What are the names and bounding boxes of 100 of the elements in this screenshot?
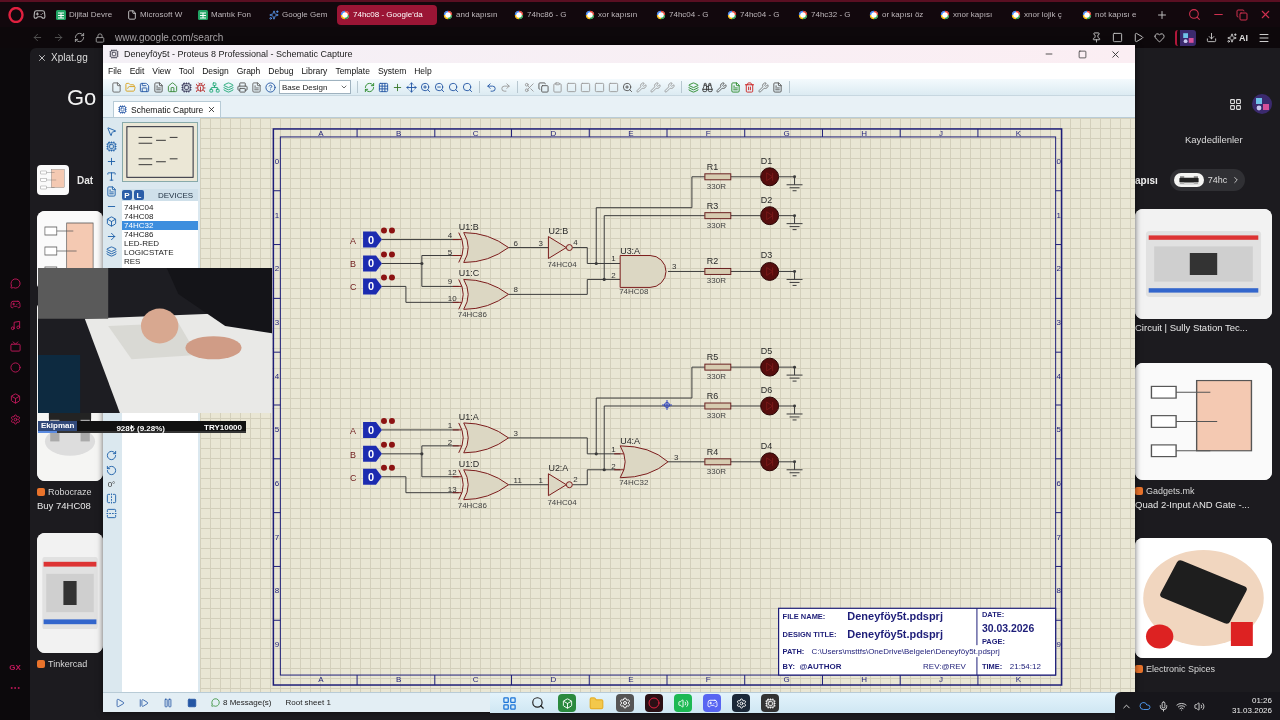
address-field[interactable]: www.google.com/search [115, 32, 224, 43]
pin-number: 12 [447, 467, 457, 477]
result-source[interactable]: Tinkercad [37, 659, 103, 669]
menu-item[interactable]: Debug [268, 66, 294, 76]
design-select[interactable]: Base Design [279, 80, 351, 94]
menu-item[interactable]: System [377, 66, 407, 76]
pin-number: 1 [538, 475, 543, 485]
gate-reference: U1:C [458, 268, 480, 279]
gate-reference: U2:A [548, 462, 569, 473]
browser-tab[interactable]: Google Gem [266, 4, 334, 25]
pin-number: 4 [447, 230, 453, 240]
browser-tab[interactable]: 74hc04 - G [653, 4, 721, 25]
file-name: Deneyföy5t.pdsprj [847, 610, 943, 623]
pin-number: 3 [672, 262, 677, 272]
message-count[interactable]: 8 Message(s) [211, 698, 272, 707]
result-source[interactable]: Gadgets.mk [1135, 486, 1272, 496]
device-item[interactable]: LOGICSTATE [122, 248, 198, 257]
browser-tab[interactable]: 74hc04 - G [724, 4, 792, 25]
resistor-reference: R2 [706, 256, 719, 267]
saved-link[interactable]: Kaydedilenler [1181, 134, 1272, 145]
resistor-reference: R6 [706, 391, 719, 401]
resistor-value: 330R [706, 276, 726, 286]
device-mode-button[interactable]: P [122, 190, 132, 200]
rotation-angle: 0° [107, 480, 116, 489]
browser-tab[interactable]: Dijital Devre [53, 4, 121, 25]
pin-number: 2 [573, 474, 578, 484]
pin-number: 2 [447, 437, 453, 447]
part-number: 74HC08 [619, 287, 649, 297]
frame-column-label: K [1015, 129, 1022, 139]
frame-column-label: D [550, 674, 557, 684]
device-item[interactable]: 74HC08 [122, 212, 198, 221]
menu-item[interactable]: Graph [236, 66, 261, 76]
led-reference: D5 [760, 346, 773, 357]
device-item[interactable]: LED-RED [122, 239, 198, 248]
author: @AUTHOR [799, 662, 842, 672]
logic-state-value: 0 [368, 423, 375, 436]
input-label: B [350, 449, 357, 460]
frame-column-label: G [783, 129, 790, 139]
browser-tab[interactable]: and kapısın [440, 4, 508, 25]
bookmark-link[interactable]: Xplat.gg [37, 52, 103, 63]
gate-reference: U4:A [620, 435, 641, 446]
browser-tab[interactable]: not kapısı e [1079, 4, 1147, 25]
menu-item[interactable]: View [152, 66, 171, 76]
result-title[interactable]: Circuit | Sully Station Tec... [1135, 322, 1272, 333]
device-mode-button[interactable]: L [134, 190, 144, 200]
result-title[interactable]: Dat [77, 174, 94, 186]
led-reference: D6 [760, 385, 773, 396]
menu-item[interactable]: Library [301, 66, 328, 76]
goal-name: Ekipman [38, 421, 78, 431]
browser-tab[interactable]: xor kapısın [582, 4, 650, 25]
logic-state-value: 0 [368, 470, 375, 483]
device-item[interactable]: 74HC04 [122, 203, 198, 212]
led-reference: D4 [760, 440, 773, 451]
menu-item[interactable]: File [108, 66, 122, 76]
menu-item[interactable]: Help [414, 66, 432, 76]
browser-tab[interactable]: 74hc32 - G [795, 4, 863, 25]
frame-column-label: E [628, 674, 634, 684]
result-source[interactable]: Electronic Spices [1135, 664, 1272, 674]
result-title[interactable]: Buy 74HC08 [37, 500, 103, 511]
goal-amount: 928₺ (9.28%) [116, 422, 165, 433]
result-source[interactable]: Robocraze [37, 487, 103, 497]
frame-column-label: A [318, 129, 324, 139]
menu-item[interactable]: Tool [178, 66, 195, 76]
frame-row-label: 9 [274, 640, 280, 650]
browser-tab[interactable]: Mantık Fon [195, 4, 263, 25]
browser-tab[interactable]: xnor lojik ç [1008, 4, 1076, 25]
gate-reference: U1:A [458, 411, 479, 422]
frame-row-label: 9 [1056, 640, 1061, 650]
pin-number: 1 [611, 444, 616, 454]
frame-column-label: C [472, 674, 479, 684]
browser-tab[interactable]: xnor kapısı [937, 4, 1005, 25]
browser-tab[interactable]: 74hc08 - Google'da [337, 4, 437, 25]
menu-item[interactable]: Edit [129, 66, 145, 76]
browser-tab[interactable]: or kapısı öz [866, 4, 934, 25]
search-chip[interactable]: 74hc [1169, 169, 1246, 191]
browser-tab[interactable]: 74hc86 - G [511, 4, 579, 25]
pin-number: 3 [513, 428, 518, 438]
sheet-name: Root sheet 1 [285, 698, 331, 707]
pin-number: 3 [538, 238, 543, 248]
menu-item[interactable]: Template [335, 66, 370, 76]
frame-column-label: J [939, 129, 944, 139]
frame-row-label: 2 [1056, 264, 1061, 274]
ai-button[interactable]: AI [1227, 32, 1248, 43]
led-reference: D3 [760, 250, 773, 261]
frame-column-label: E [628, 129, 634, 139]
gate-reference: U1:B [458, 221, 479, 232]
design-title: Deneyföy5t.pdsprj [847, 628, 943, 641]
browser-tab[interactable]: Microsoft W [124, 4, 192, 25]
device-item[interactable]: 74HC86 [122, 230, 198, 239]
device-item[interactable]: RES [122, 257, 198, 266]
part-number: 74HC86 [457, 500, 487, 510]
pin-number: 6 [513, 238, 518, 248]
led-reference: D2 [760, 194, 773, 205]
logic-state-value: 0 [368, 257, 375, 270]
menu-item[interactable]: Design [202, 66, 229, 76]
document-tab[interactable]: Schematic Capture [113, 101, 222, 117]
frame-row-label: 4 [274, 372, 280, 382]
frame-row-label: 2 [274, 264, 280, 274]
frame-column-label: H [861, 129, 868, 139]
result-title[interactable]: Quad 2-Input AND Gate -... [1135, 499, 1272, 510]
